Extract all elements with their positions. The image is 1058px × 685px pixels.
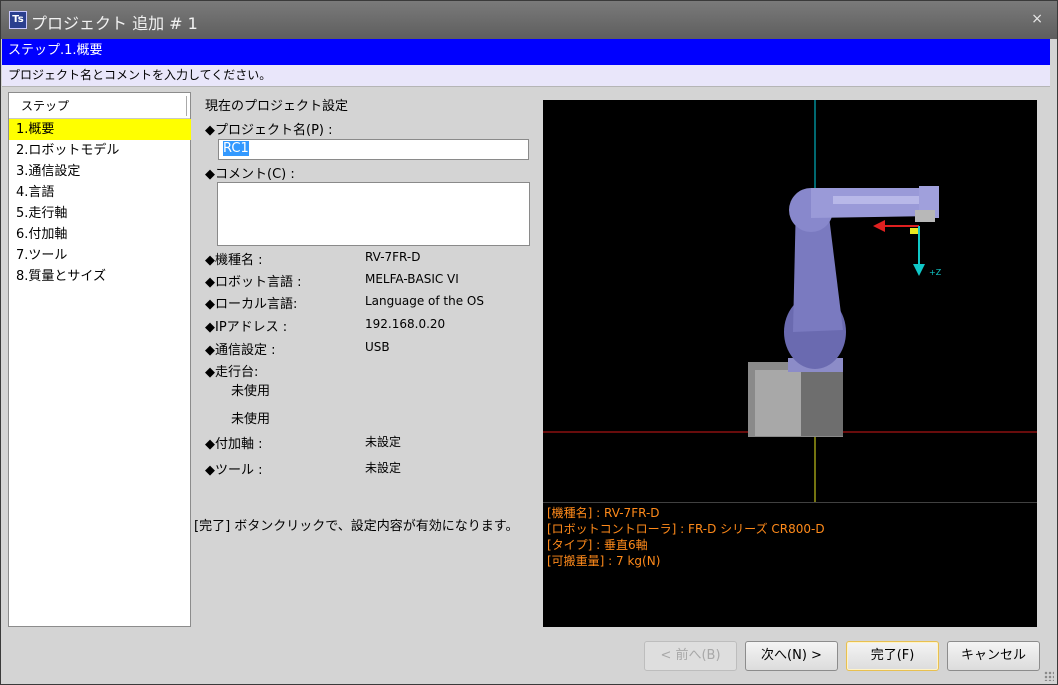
tool-value: 未設定	[365, 461, 402, 475]
robot-3d-viewer[interactable]: +Z [機種名] : RV-7FR-D [ロボットコントローラ] : FR-D …	[543, 100, 1037, 627]
step-list-header: ステップ	[9, 93, 190, 119]
project-name-input[interactable]: RC1	[218, 139, 529, 160]
ip-address-label: ◆IPアドレス :	[205, 320, 288, 335]
tool-x-arrow	[873, 220, 885, 232]
resize-grip[interactable]	[1044, 671, 1054, 681]
project-name-value: RC1	[223, 141, 249, 156]
settings-panel: 現在のプロジェクト設定 ◆プロジェクト名(P) : RC1 ◆コメント(C) :…	[193, 92, 538, 627]
step-item-overview[interactable]: 1.概要	[9, 119, 191, 140]
title-bar[interactable]: Ts プロジェクト 追加 # 1 ×	[1, 1, 1057, 39]
step-item-robot-model[interactable]: 2.ロボットモデル	[9, 140, 191, 161]
tool-z-arrow	[913, 264, 925, 276]
robot-arm: +Z	[748, 186, 942, 437]
next-button[interactable]: 次へ(N) >	[745, 641, 838, 671]
robot-forearm-highlight	[833, 196, 933, 204]
comment-label: ◆コメント(C) :	[205, 167, 295, 182]
robot-info-box: [機種名] : RV-7FR-D [ロボットコントローラ] : FR-D シリー…	[543, 502, 1037, 627]
finish-button[interactable]: 完了(F)	[846, 641, 939, 671]
close-icon[interactable]: ×	[1031, 11, 1043, 27]
comment-input[interactable]	[217, 182, 530, 246]
step-item-tool[interactable]: 7.ツール	[9, 245, 191, 266]
tool-z-label: +Z	[929, 268, 942, 277]
instruction-text: プロジェクト名とコメントを入力してください。	[2, 65, 1050, 87]
info-payload: [可搬重量] : 7 kg(N)	[547, 554, 661, 568]
robot-language-value: MELFA-BASIC VI	[365, 272, 459, 286]
tool-point-marker	[910, 228, 919, 234]
model-label: ◆機種名 :	[205, 253, 263, 268]
info-model: [機種名] : RV-7FR-D	[547, 506, 660, 520]
step-banner: ステップ.1.概要	[2, 39, 1050, 65]
cancel-button[interactable]: キャンセル	[947, 641, 1040, 671]
tool-label: ◆ツール :	[205, 463, 263, 478]
additional-axis-value: 未設定	[365, 435, 402, 449]
info-controller: [ロボットコントローラ] : FR-D シリーズ CR800-D	[547, 522, 825, 536]
step-item-language[interactable]: 4.言語	[9, 182, 191, 203]
robot-base-front	[755, 370, 805, 436]
step-list-panel: ステップ 1.概要 2.ロボットモデル 3.通信設定 4.言語 5.走行軸 6.…	[8, 92, 191, 627]
travel-base-value-1: 未使用	[231, 384, 271, 399]
local-language-label: ◆ローカル言語:	[205, 297, 298, 312]
prev-button[interactable]: < 前へ(B)	[644, 641, 737, 671]
step-item-communication[interactable]: 3.通信設定	[9, 161, 191, 182]
robot-flange	[915, 210, 935, 222]
robot-base-side	[801, 370, 843, 436]
project-add-dialog: Ts プロジェクト 追加 # 1 × ステップ.1.概要 プロジェクト名とコメン…	[0, 0, 1058, 685]
robot-model-view: +Z	[543, 100, 1037, 502]
model-value: RV-7FR-D	[365, 250, 421, 264]
step-item-additional-axis[interactable]: 6.付加軸	[9, 224, 191, 245]
ip-address-value: 192.168.0.20	[365, 317, 446, 331]
project-name-label: ◆プロジェクト名(P) :	[205, 123, 333, 138]
step-list-header-label: ステップ	[21, 99, 70, 113]
travel-base-value-2: 未使用	[231, 412, 271, 427]
finish-note: [完了] ボタンクリックで、設定内容が有効になります。	[194, 519, 519, 534]
travel-base-label: ◆走行台:	[205, 365, 259, 380]
local-language-value: Language of the OS	[365, 294, 484, 308]
step-item-travel-axis[interactable]: 5.走行軸	[9, 203, 191, 224]
column-separator[interactable]	[186, 96, 188, 116]
info-type: [タイプ] : 垂直6軸	[547, 538, 648, 552]
window-title: プロジェクト 追加 # 1	[31, 14, 198, 33]
additional-axis-label: ◆付加軸 :	[205, 437, 263, 452]
settings-heading: 現在のプロジェクト設定	[205, 99, 349, 114]
communication-label: ◆通信設定 :	[205, 343, 276, 358]
robot-language-label: ◆ロボット言語 :	[205, 275, 302, 290]
step-item-mass-size[interactable]: 8.質量とサイズ	[9, 266, 191, 287]
app-icon: Ts	[9, 11, 27, 29]
communication-value: USB	[365, 340, 390, 354]
